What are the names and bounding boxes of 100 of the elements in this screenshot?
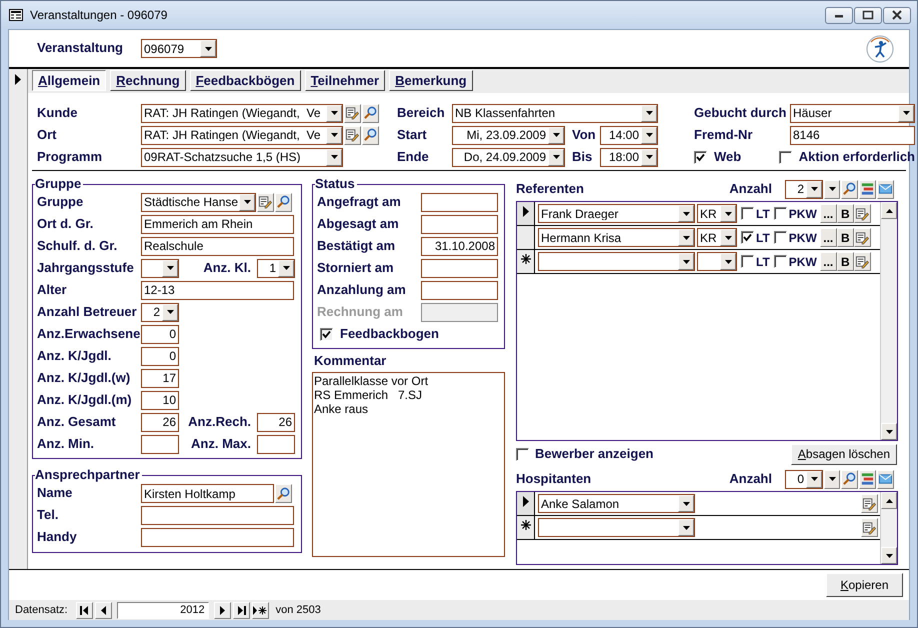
end-date-dropdown[interactable]: Do, 24.09.2009 <box>452 148 565 166</box>
caret-icon[interactable] <box>326 104 342 122</box>
date-field[interactable] <box>421 280 498 300</box>
number-dropdown[interactable]: 1 <box>257 258 295 278</box>
caret-icon[interactable] <box>824 470 840 488</box>
number-field[interactable] <box>141 434 179 454</box>
caret-icon[interactable] <box>162 260 178 277</box>
edit-icon[interactable] <box>854 252 871 271</box>
last-record-icon[interactable] <box>236 606 246 614</box>
caret-icon[interactable] <box>326 148 342 166</box>
caret-icon[interactable] <box>806 180 822 198</box>
number-field[interactable]: 17 <box>141 368 179 388</box>
search-icon[interactable] <box>275 192 292 212</box>
edit-icon[interactable] <box>854 228 871 247</box>
last-record-button[interactable] <box>232 602 250 618</box>
more-button[interactable]: ... <box>820 204 837 223</box>
number-field[interactable]: 26 <box>141 412 179 432</box>
text-field[interactable]: 12-13 <box>141 280 294 300</box>
booked-by-dropdown[interactable]: Häuser <box>790 104 915 122</box>
start-time-dropdown[interactable]: 14:00 <box>600 126 658 144</box>
caret-icon[interactable] <box>239 194 255 211</box>
more-button[interactable]: ... <box>820 228 837 247</box>
caret-icon[interactable] <box>824 180 840 198</box>
date-field[interactable] <box>421 192 498 212</box>
speaker-dropdown[interactable]: Hermann Krisa <box>538 228 695 247</box>
search-icon[interactable] <box>362 126 379 144</box>
comment-field[interactable]: Parallelklasse vor Ort RS Emmerich 7.SJ Anke raus <box>312 372 505 557</box>
record-selector[interactable] <box>517 492 535 515</box>
start-date-dropdown[interactable]: Mi, 23.09.2009 <box>452 126 565 144</box>
caret-icon[interactable] <box>678 495 694 512</box>
event-dropdown[interactable]: 096079 <box>141 39 217 58</box>
caret-icon[interactable] <box>162 304 178 321</box>
count-dropdown[interactable]: 0 <box>785 470 823 488</box>
search-icon[interactable] <box>841 470 858 488</box>
first-record-button[interactable] <box>76 602 93 618</box>
group-dropdown[interactable]: Städtische Hanse <box>141 192 256 212</box>
b-button[interactable]: B <box>836 204 854 223</box>
text-field[interactable]: Realschule <box>141 236 294 256</box>
checkbox[interactable] <box>320 328 333 341</box>
search-icon[interactable] <box>841 180 858 198</box>
next-record-icon[interactable] <box>218 606 227 614</box>
more-button[interactable]: ... <box>820 252 837 271</box>
guest-dropdown[interactable] <box>538 518 695 537</box>
date-field[interactable] <box>421 214 498 234</box>
edit-icon[interactable] <box>257 192 274 212</box>
number-field[interactable]: 26 <box>257 412 295 432</box>
date-field[interactable]: 31.10.2008 <box>421 236 498 256</box>
close-icon[interactable] <box>891 10 903 20</box>
number-field[interactable] <box>257 434 295 454</box>
b-button[interactable]: B <box>836 228 854 247</box>
speaker-dropdown[interactable] <box>538 252 695 271</box>
caret-icon[interactable] <box>678 253 694 270</box>
caret-icon[interactable] <box>548 148 564 166</box>
number-dropdown[interactable] <box>141 258 179 278</box>
caret-icon[interactable] <box>678 519 694 536</box>
maximize-icon[interactable] <box>862 10 874 20</box>
tab[interactable]: Allgemein <box>32 70 106 91</box>
record-selector[interactable] <box>517 250 535 273</box>
b-button[interactable]: B <box>836 252 854 271</box>
copy-button[interactable]: Kopieren <box>826 573 903 597</box>
scrollbar[interactable] <box>880 202 897 440</box>
area-dropdown[interactable]: NB Klassenfahrten <box>452 104 658 122</box>
close-button[interactable] <box>883 6 911 24</box>
bars-icon[interactable] <box>859 470 876 488</box>
number-field[interactable]: 0 <box>141 346 179 366</box>
caret-icon[interactable] <box>806 470 822 488</box>
record-number-field[interactable]: 2012 <box>116 602 209 618</box>
scroll-up-icon[interactable] <box>886 208 892 212</box>
minimize-button[interactable] <box>825 6 853 24</box>
envelope-icon[interactable] <box>877 470 894 488</box>
edit-icon[interactable] <box>344 104 361 122</box>
caret-icon[interactable] <box>641 148 657 166</box>
tab[interactable]: Rechnung <box>110 70 186 91</box>
text-field[interactable] <box>141 506 294 526</box>
tab[interactable]: Bemerkung <box>389 70 473 91</box>
caret-icon[interactable] <box>678 205 694 222</box>
envelope-icon[interactable] <box>877 180 894 198</box>
role-dropdown[interactable] <box>697 252 737 271</box>
previous-record-button[interactable] <box>94 602 112 618</box>
caret-icon[interactable] <box>678 229 694 246</box>
number-field[interactable]: 10 <box>141 390 179 410</box>
edit-icon[interactable] <box>854 204 871 223</box>
caret-icon[interactable] <box>641 126 657 144</box>
caret-icon[interactable] <box>720 205 736 222</box>
external-number-field[interactable]: 8146 <box>790 126 915 144</box>
previous-record-icon[interactable] <box>98 606 108 614</box>
scroll-down-icon[interactable] <box>886 554 892 558</box>
caret-icon[interactable] <box>898 104 914 122</box>
delete-cancellations-button[interactable]: Absagen löschen <box>790 444 897 464</box>
date-field[interactable] <box>421 258 498 278</box>
record-selector[interactable] <box>517 226 535 249</box>
caret-icon[interactable] <box>720 229 736 246</box>
maximize-button[interactable] <box>854 6 882 24</box>
tab[interactable]: Teilnehmer <box>304 70 386 91</box>
text-field[interactable]: Kirsten Holtkamp <box>141 484 274 504</box>
caret-icon[interactable] <box>278 260 294 277</box>
role-dropdown[interactable]: KR <box>697 204 737 223</box>
first-record-icon[interactable] <box>80 606 89 614</box>
bars-icon[interactable] <box>859 180 876 198</box>
text-field[interactable]: Emmerich am Rhein <box>141 214 294 234</box>
